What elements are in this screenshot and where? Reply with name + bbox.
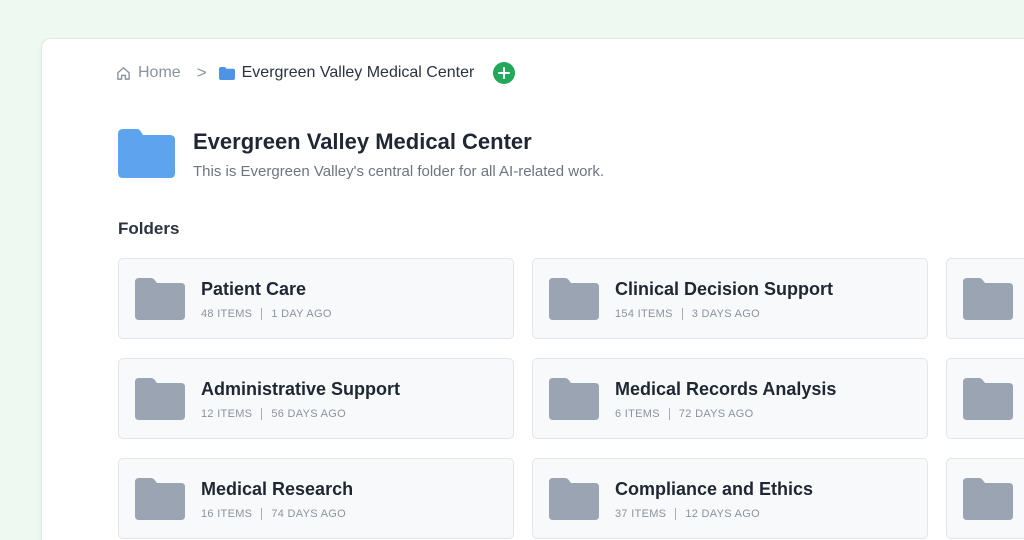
folder-icon	[135, 478, 185, 520]
meta-divider	[668, 408, 670, 420]
folder-name: Medical Research	[201, 479, 354, 499]
meta-divider	[261, 408, 263, 420]
folder-name: Medical Records Analysis	[615, 379, 837, 399]
folder-card[interactable]	[946, 258, 1024, 339]
main-panel: Home > Evergreen Valley Medical Center E…	[41, 38, 1024, 540]
folder-updated: 3 DAYS AGO	[691, 308, 760, 320]
breadcrumb: Home > Evergreen Valley Medical Center	[116, 61, 516, 85]
meta-divider	[261, 308, 263, 320]
folder-name: Clinical Decision Support	[615, 279, 834, 299]
folder-item-count: 16 ITEMS	[201, 508, 253, 520]
folder-card[interactable]: Patient Care 48 ITEMS 1 DAY AGO	[118, 258, 514, 339]
meta-divider	[675, 508, 677, 520]
folder-icon	[963, 278, 1013, 320]
folder-meta: 6 ITEMS 72 DAYS AGO	[615, 408, 754, 420]
meta-divider	[261, 508, 263, 520]
plus-icon	[498, 67, 511, 79]
breadcrumb-home-label: Home	[138, 64, 181, 81]
folder-name: Compliance and Ethics	[615, 479, 814, 499]
folder-meta: 37 ITEMS 12 DAYS AGO	[615, 508, 760, 520]
folder-icon	[218, 66, 235, 80]
folder-updated: 1 DAY AGO	[271, 308, 332, 320]
folder-card[interactable]	[946, 358, 1024, 439]
folder-card[interactable]	[946, 458, 1024, 539]
meta-divider	[681, 308, 683, 320]
folder-meta: 154 ITEMS 3 DAYS AGO	[615, 308, 760, 320]
breadcrumb-home[interactable]: Home	[116, 64, 181, 82]
folder-icon	[118, 129, 175, 178]
folder-updated: 72 DAYS AGO	[678, 408, 754, 420]
page-description: This is Evergreen Valley's central folde…	[193, 163, 605, 180]
folder-card[interactable]: Medical Research 16 ITEMS 74 DAYS AGO	[118, 458, 514, 539]
home-icon	[117, 66, 130, 80]
folder-meta: 12 ITEMS 56 DAYS AGO	[201, 408, 346, 420]
folder-icon	[135, 378, 185, 420]
folder-card[interactable]: Compliance and Ethics 37 ITEMS 12 DAYS A…	[532, 458, 928, 539]
breadcrumb-current-label: Evergreen Valley Medical Center	[241, 64, 475, 81]
folder-icon	[135, 278, 185, 320]
folder-card[interactable]: Medical Records Analysis 6 ITEMS 72 DAYS…	[532, 358, 928, 439]
folder-meta: 48 ITEMS 1 DAY AGO	[201, 308, 332, 320]
folder-updated: 74 DAYS AGO	[271, 508, 346, 520]
folder-item-count: 37 ITEMS	[615, 508, 667, 520]
folder-icon	[549, 378, 599, 420]
folder-icon	[963, 478, 1013, 520]
folder-card[interactable]: Administrative Support 12 ITEMS 56 DAYS …	[118, 358, 514, 439]
folder-icon	[549, 478, 599, 520]
folder-item-count: 12 ITEMS	[201, 408, 253, 420]
page-title: Evergreen Valley Medical Center	[193, 129, 532, 154]
add-button[interactable]	[493, 62, 516, 84]
folder-item-count: 154 ITEMS	[615, 308, 673, 320]
folder-name: Patient Care	[201, 279, 307, 299]
folders-section-title: Folders	[118, 219, 180, 238]
breadcrumb-current: Evergreen Valley Medical Center	[218, 64, 475, 82]
folder-meta: 16 ITEMS 74 DAYS AGO	[201, 508, 346, 520]
folder-updated: 56 DAYS AGO	[271, 408, 346, 420]
breadcrumb-separator: >	[196, 63, 207, 82]
folder-card[interactable]: Clinical Decision Support 154 ITEMS 3 DA…	[532, 258, 928, 339]
folder-name: Administrative Support	[201, 379, 401, 399]
folder-icon	[549, 278, 599, 320]
folder-updated: 12 DAYS AGO	[685, 508, 760, 520]
folder-item-count: 6 ITEMS	[615, 408, 660, 420]
folder-icon	[963, 378, 1013, 420]
folder-item-count: 48 ITEMS	[201, 308, 253, 320]
